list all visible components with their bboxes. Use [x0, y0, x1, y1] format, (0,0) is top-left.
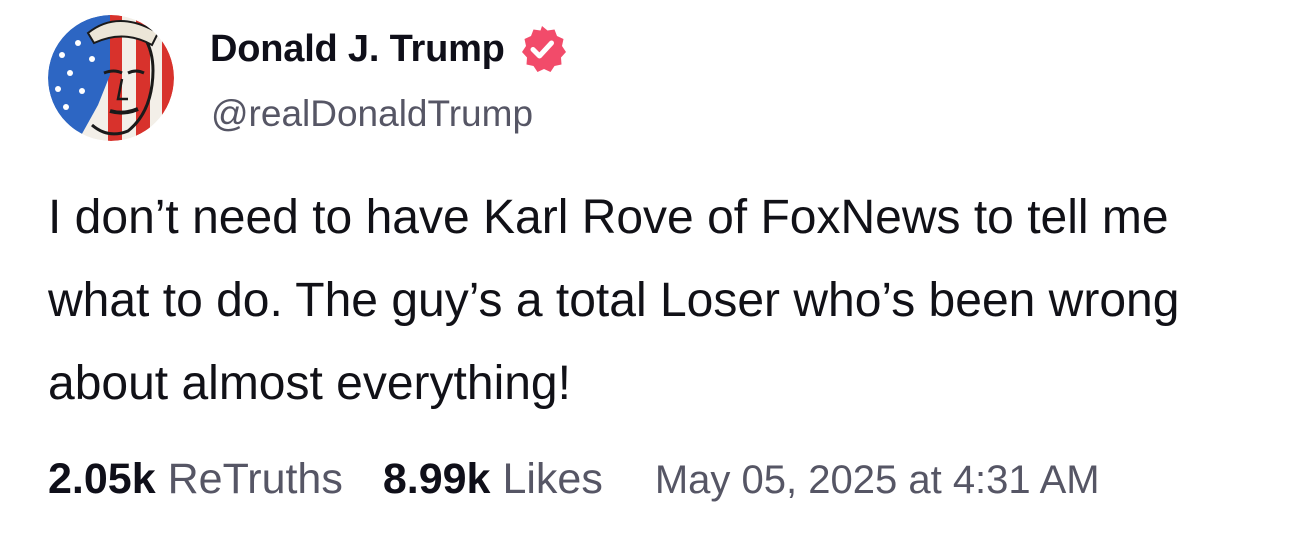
post-stats: 2.05k ReTruths 8.99k Likes May 05, 2025 … — [48, 455, 1100, 504]
likes-count: 8.99k — [382, 455, 491, 503]
display-name[interactable]: Donald J. Trump — [210, 28, 505, 71]
likes-label: Likes — [502, 455, 603, 503]
post-timestamp[interactable]: May 05, 2025 at 4:31 AM — [655, 458, 1100, 503]
post-text: I don’t need to have Karl Rove of FoxNew… — [48, 191, 1180, 410]
retruths-count: 2.05k — [48, 455, 156, 503]
avatar[interactable] — [48, 15, 174, 141]
name-row: Donald J. Trump — [210, 26, 567, 72]
post-card: Donald J. Trump @realDonaldTrump I don’t… — [0, 0, 1290, 539]
verified-badge-icon — [517, 24, 567, 74]
user-handle[interactable]: @realDonaldTrump — [211, 93, 533, 135]
retruths-stat[interactable]: 2.05k ReTruths — [48, 455, 343, 504]
avatar-image — [48, 15, 174, 141]
likes-stat[interactable]: 8.99k Likes — [383, 455, 603, 504]
retruths-label: ReTruths — [167, 455, 343, 503]
